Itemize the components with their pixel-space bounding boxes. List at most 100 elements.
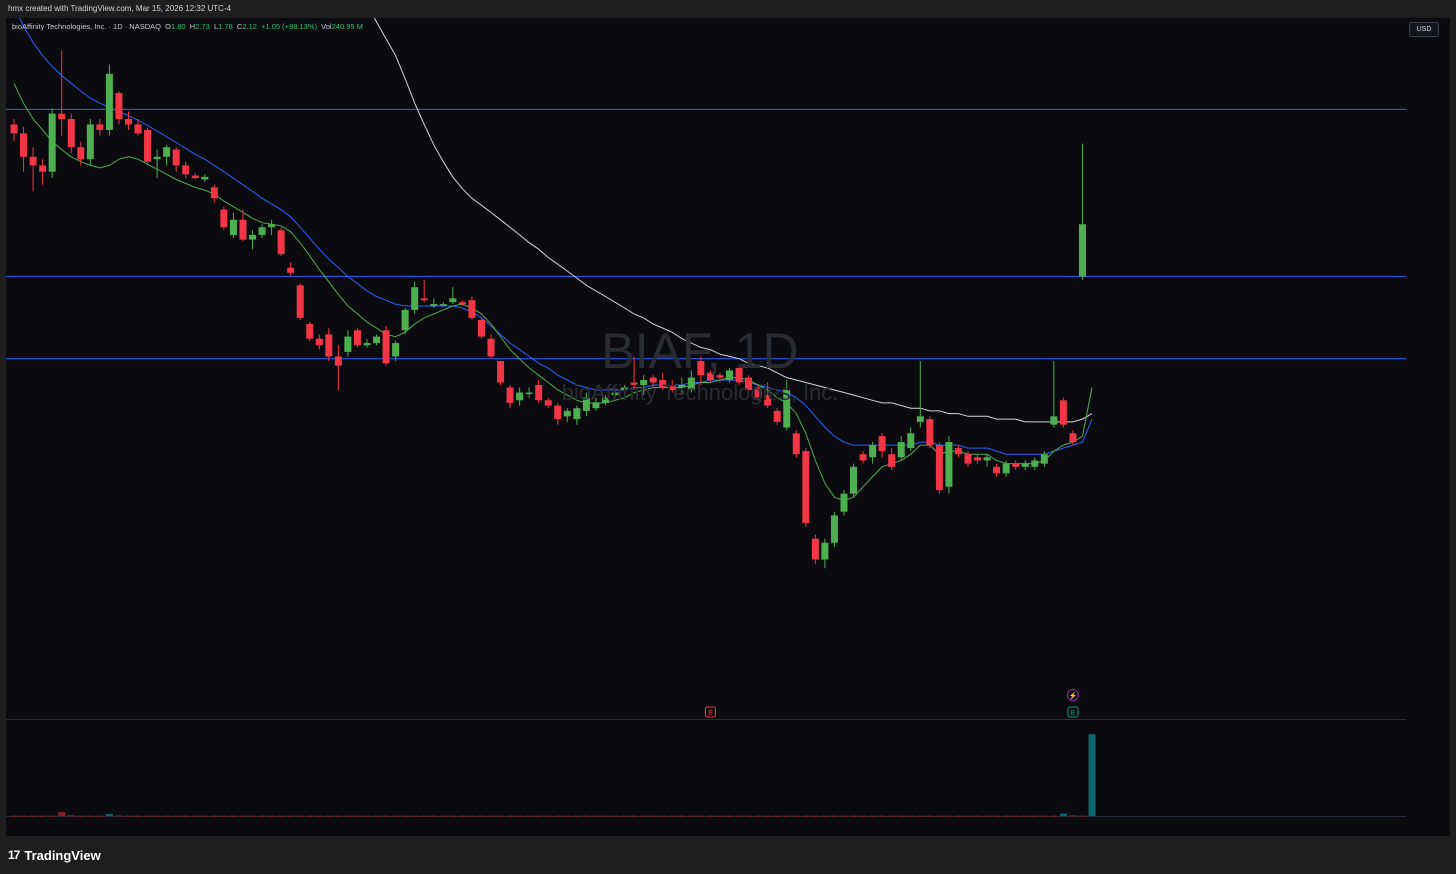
candle-body: [621, 387, 629, 390]
candle-body: [497, 361, 505, 383]
candle-body: [411, 287, 419, 310]
volume-bar: [373, 815, 381, 817]
candle-body: [525, 392, 533, 395]
volume-bar: [1040, 815, 1048, 817]
candle-body: [935, 445, 943, 491]
candle-body: [220, 209, 228, 228]
volume-bar: [1059, 813, 1067, 816]
candle-body: [554, 405, 562, 420]
candle-body: [306, 324, 314, 339]
candle-body: [258, 227, 266, 235]
candle-body: [420, 298, 428, 301]
top-bar: hmx created with TradingView.com, Mar 15…: [0, 0, 1456, 18]
legend-low: 1.78: [218, 22, 233, 31]
volume-bar: [573, 815, 581, 817]
candle-body: [201, 176, 209, 180]
legend-close: 2.12: [242, 22, 257, 31]
candle-body: [592, 402, 600, 409]
volume-bar: [124, 815, 132, 817]
candle-body: [77, 147, 85, 160]
candle-body: [916, 416, 924, 422]
volume-bar: [29, 815, 37, 817]
candle-body: [506, 387, 514, 403]
volume-bar: [802, 815, 810, 817]
volume-bar: [210, 815, 218, 817]
moving-average-slow-line: [373, 18, 1093, 423]
volume-bar: [153, 815, 161, 817]
volume-bar: [811, 815, 819, 817]
candle-body: [974, 457, 982, 461]
candle-body: [840, 493, 848, 512]
candle-body: [144, 129, 152, 162]
volume-bar: [48, 815, 56, 817]
volume-bar: [954, 815, 962, 817]
volume-bar: [420, 815, 428, 817]
volume-bar: [249, 815, 256, 817]
volume-bar: [220, 815, 228, 817]
volume-bar: [821, 815, 829, 817]
volume-bar: [363, 815, 371, 817]
volume-bar: [1031, 815, 1039, 817]
volume-bar: [735, 815, 743, 817]
candle-body: [678, 384, 686, 388]
legend-title: bioAffinity Technologies, Inc. · 1D · NA…: [12, 22, 161, 31]
volume-bar: [1021, 815, 1029, 817]
candle-body: [315, 338, 323, 346]
volume-bar: [840, 815, 848, 817]
volume-bar: [964, 815, 972, 817]
candle-body: [287, 267, 295, 273]
candle-body: [1040, 454, 1048, 464]
candle-body: [373, 336, 381, 344]
candle-body: [726, 370, 733, 381]
chart-legend: bioAffinity Technologies, Inc. · 1D · NA…: [12, 22, 363, 31]
candle-body: [859, 454, 867, 461]
candle-body: [811, 538, 819, 560]
currency-button[interactable]: USD: [1409, 22, 1439, 37]
volume-bar: [745, 815, 753, 817]
chart-canvas[interactable]: 3.903.803.703.603.503.403.303.203.103.00…: [6, 18, 1406, 818]
candle-body: [1078, 224, 1086, 277]
candle-body: [468, 300, 476, 318]
candle-body: [439, 304, 447, 306]
candle-body: [191, 175, 199, 179]
volume-bar: [229, 815, 237, 817]
candle-body: [239, 219, 247, 240]
candle-body: [573, 408, 581, 420]
candle-body: [48, 113, 56, 172]
volume-bar: [792, 815, 800, 817]
tradingview-brand[interactable]: 17 TradingView: [8, 846, 101, 864]
tradingview-logo-icon: 17: [8, 848, 20, 862]
volume-bar: [487, 815, 495, 817]
candle-body: [869, 445, 877, 458]
candle-body: [115, 93, 123, 119]
volume-bar: [516, 815, 524, 817]
candle-body: [830, 515, 838, 543]
volume-bar: [506, 815, 514, 817]
candle-body: [363, 343, 371, 346]
volume-bar: [1012, 815, 1020, 817]
candle-body: [878, 436, 886, 452]
legend-change: +1.05 (+98.13%): [261, 22, 317, 31]
volume-bar: [649, 815, 657, 817]
candle-body: [1031, 460, 1039, 467]
volume-bar: [897, 815, 905, 817]
volume-bar: [315, 815, 323, 817]
dividend-marker-label: ⚡: [1069, 691, 1078, 700]
volume-bar: [296, 815, 304, 817]
candle-body: [20, 133, 28, 157]
candle-body: [296, 285, 304, 318]
volume-bar: [983, 815, 991, 817]
volume-bar: [716, 815, 724, 817]
candle-body: [926, 419, 934, 446]
candle-body: [39, 165, 47, 172]
volume-bar: [382, 815, 390, 817]
candle-body: [277, 230, 285, 255]
candle-body: [105, 73, 113, 130]
volume-bar: [430, 815, 438, 817]
candle-body: [58, 113, 66, 119]
volume-bar: [287, 815, 295, 817]
candle-body: [325, 334, 333, 357]
candle-body: [1069, 433, 1077, 443]
volume-bar: [563, 815, 571, 817]
volume-bar: [401, 815, 409, 817]
